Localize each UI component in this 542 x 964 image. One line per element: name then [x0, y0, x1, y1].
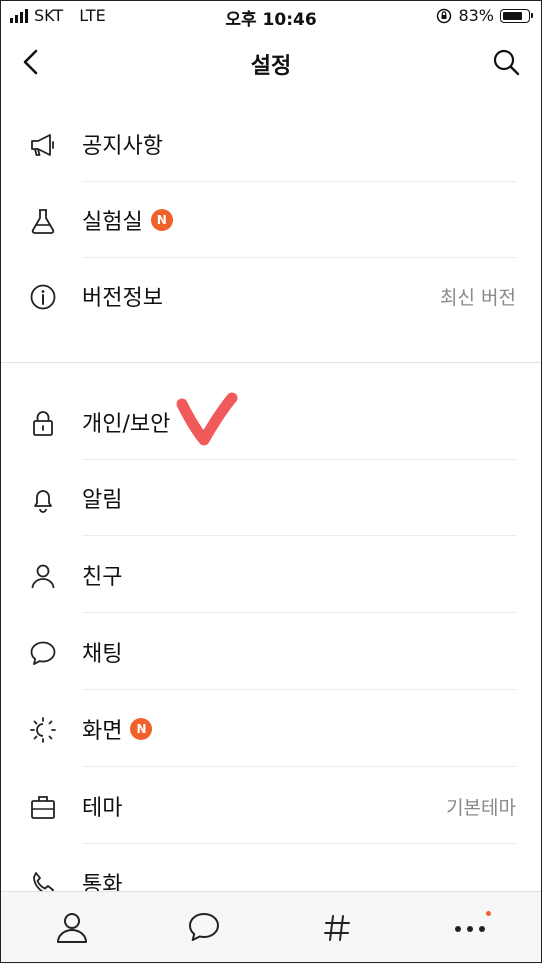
section-separator [0, 362, 542, 363]
tab-chats-chat-bubble-icon[interactable] [184, 908, 224, 948]
battery-fill [503, 11, 522, 20]
menu-item-friends[interactable]: 친구 [0, 537, 542, 613]
screen-brightness-icon [30, 717, 56, 743]
notice-label: 공지사항 [82, 134, 163, 159]
person-icon [31, 564, 55, 589]
version-value: 최신 버전 [440, 287, 516, 309]
battery-icon [500, 8, 533, 23]
menu-item-notice[interactable]: 공지사항 [0, 106, 542, 182]
menu-item-label: 화면 N [82, 713, 153, 745]
new-badge: N [150, 209, 173, 231]
notifications-label: 알림 [82, 488, 123, 513]
chats-label: 채팅 [82, 642, 123, 667]
menu-item-label: 채팅 [82, 636, 122, 668]
row-divider [82, 612, 516, 613]
menu-item-label: 테마 [82, 790, 122, 822]
more-notification-dot [486, 911, 491, 916]
chat-bubble-icon [30, 641, 56, 665]
tab-bar [0, 891, 542, 964]
menu-item-label: 개인/보안 [82, 406, 170, 438]
menu-item-lab[interactable]: 실험실 N [0, 182, 542, 258]
megaphone-icon [31, 134, 54, 156]
theme-label: 테마 [82, 796, 123, 821]
menu-item-notifications[interactable]: 알림 [0, 460, 542, 536]
menu-item-label: 공지사항 [82, 128, 163, 160]
bell-icon [34, 490, 52, 513]
menu-item-label: 실험실 N [82, 204, 173, 236]
display-label: 화면 [82, 719, 123, 744]
page-title: 설정 [250, 54, 292, 79]
tab-hashtag-icon[interactable] [317, 908, 357, 948]
menu-item-label: 버전정보 [82, 280, 163, 312]
menu-item-theme[interactable]: 테마 기본테마 [0, 768, 542, 844]
menu-item-label: 친구 [82, 559, 122, 591]
row-divider [82, 766, 516, 767]
rotation-lock-icon [437, 8, 452, 23]
search-icon[interactable] [490, 46, 522, 78]
checkmark-annotation-icon [176, 392, 238, 446]
theme-value: 기본테마 [446, 797, 516, 819]
info-icon [30, 284, 56, 310]
menu-item-version[interactable]: 버전정보 최신 버전 [0, 258, 542, 334]
privacy-label: 개인/보안 [82, 412, 171, 437]
status-bar: SKT LTE 오후 10:46 83% [0, 0, 542, 34]
theme-icon [31, 796, 55, 819]
new-badge: N [130, 718, 153, 740]
battery-percent: 83% [458, 6, 494, 25]
tab-more-icon[interactable] [450, 908, 490, 948]
tab-friends-person-icon[interactable] [52, 908, 92, 948]
friends-label: 친구 [82, 565, 123, 590]
version-label: 버전정보 [82, 286, 163, 311]
flask-icon [31, 209, 55, 234]
menu-item-privacy[interactable]: 개인/보안 [0, 384, 542, 460]
row-divider [82, 843, 516, 844]
row-divider [82, 689, 516, 690]
menu-item-label: 알림 [82, 482, 122, 514]
menu-item-chats[interactable]: 채팅 [0, 614, 542, 690]
lock-icon [33, 411, 53, 436]
lab-label: 실험실 [82, 210, 143, 235]
status-right: 83% [436, 6, 533, 25]
nav-header: 설정 [0, 34, 542, 92]
menu-item-display[interactable]: 화면 N [0, 691, 542, 767]
row-divider [82, 535, 516, 536]
